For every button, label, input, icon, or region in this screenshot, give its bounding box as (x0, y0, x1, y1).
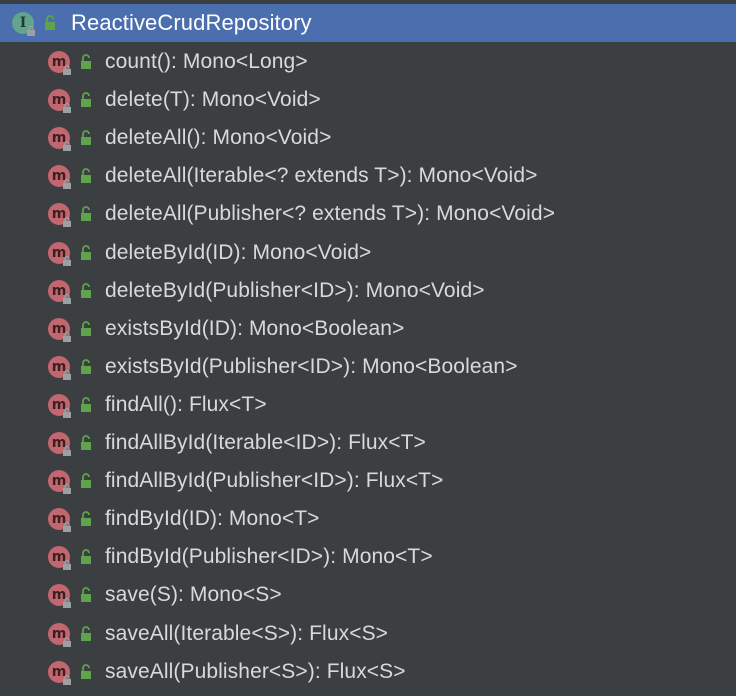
method-signature: delete(T): Mono<Void> (105, 88, 321, 112)
method-icon-wrap: m (48, 203, 71, 228)
method-icon-wrap: m (48, 660, 71, 685)
lock-badge-icon (63, 446, 71, 456)
lock-badge-icon (63, 293, 71, 304)
method-icon-wrap: m (48, 355, 71, 380)
lock-badge-icon (63, 255, 71, 266)
method-icon-wrap: m (48, 393, 71, 418)
method-signature: existsById(ID): Mono<Boolean> (105, 316, 405, 340)
method-signature: deleteAll(Publisher<? extends T>): Mono<… (105, 202, 556, 226)
method-icon-wrap: m (48, 279, 71, 304)
structure-tree: I ReactiveCrudRepository m count(): Mono<… (0, 0, 736, 696)
method-signature: deleteAll(Iterable<? extends T>): Mono<V… (105, 164, 538, 188)
tree-node-method[interactable]: m delete(T): Mono<Void> (0, 81, 736, 119)
lock-badge-icon (63, 636, 71, 647)
lock-badge-icon (63, 484, 71, 495)
method-signature: findById(Publisher<ID>): Mono<T> (105, 545, 433, 569)
tree-node-method[interactable]: m findAllById(Iterable<ID>): Flux<T> (0, 424, 736, 462)
method-signature: deleteById(Publisher<ID>): Mono<Void> (105, 278, 485, 302)
public-unlock-icon (81, 54, 91, 69)
method-signature: saveAll(Publisher<S>): Flux<S> (105, 659, 406, 683)
tree-node-method[interactable]: m deleteAll(): Mono<Void> (0, 119, 736, 157)
public-unlock-icon (81, 587, 91, 603)
method-icon-wrap: m (48, 241, 71, 266)
method-icon-wrap: m (48, 89, 71, 114)
public-unlock-icon (81, 168, 91, 184)
method-signature: count(): Mono<Long> (105, 50, 308, 73)
public-unlock-icon (81, 473, 91, 489)
method-signature: findAllById(Publisher<ID>): Flux<T> (105, 469, 444, 493)
method-icon-wrap: m (48, 127, 71, 152)
method-signature: findAll(): Flux<T> (105, 392, 267, 416)
method-signature: existsById(Publisher<ID>): Mono<Boolean> (105, 354, 518, 378)
lock-badge-icon (63, 179, 71, 190)
lock-badge-icon (63, 331, 71, 342)
public-unlock-icon (81, 625, 91, 641)
lock-badge-icon (63, 522, 71, 533)
interface-icon-wrap: I (12, 12, 35, 36)
method-signature: save(S): Mono<S> (105, 583, 282, 607)
public-unlock-icon (81, 92, 91, 108)
public-unlock-icon (81, 130, 91, 146)
method-icon-wrap: m (48, 432, 71, 456)
public-unlock-icon (81, 511, 91, 527)
public-unlock-icon (81, 320, 91, 336)
tree-node-method[interactable]: m deleteById(Publisher<ID>): Mono<Void> (0, 272, 736, 310)
tree-node-method[interactable]: m saveAll(Publisher<S>): Flux<S> (0, 653, 736, 691)
tree-node-method[interactable]: m count(): Mono<Long> (0, 43, 736, 81)
lock-badge-icon (63, 141, 71, 152)
method-signature: findById(ID): Mono<T> (105, 507, 320, 531)
public-unlock-icon (81, 435, 91, 450)
method-icon-wrap: m (48, 546, 71, 571)
tree-node-method[interactable]: m saveAll(Iterable<S>): Flux<S> (0, 615, 736, 653)
lock-badge-icon (63, 369, 71, 380)
method-icon-wrap: m (48, 508, 71, 533)
lock-badge-icon (63, 598, 71, 609)
public-unlock-icon (81, 244, 91, 260)
interface-name: ReactiveCrudRepository (71, 10, 312, 35)
tree-node-method[interactable]: m findById(ID): Mono<T> (0, 500, 736, 538)
public-unlock-icon (81, 358, 91, 374)
lock-badge-icon (27, 26, 35, 36)
method-icon-wrap: m (48, 317, 71, 342)
public-unlock-icon (45, 15, 55, 30)
tree-node-method[interactable]: m deleteAll(Iterable<? extends T>): Mono<… (0, 157, 736, 195)
public-unlock-icon (81, 206, 91, 222)
method-icon-wrap: m (48, 165, 71, 190)
lock-badge-icon (63, 674, 71, 685)
lock-badge-icon (63, 560, 71, 571)
lock-badge-icon (63, 65, 71, 75)
tree-node-method[interactable]: m findById(Publisher<ID>): Mono<T> (0, 538, 736, 576)
tree-node-method[interactable]: m existsById(ID): Mono<Boolean> (0, 310, 736, 348)
public-unlock-icon (81, 663, 91, 679)
tree-node-method[interactable]: m deleteAll(Publisher<? extends T>): Mono… (0, 195, 736, 233)
public-unlock-icon (81, 282, 91, 298)
tree-node-method[interactable]: m existsById(Publisher<ID>): Mono<Boolean… (0, 348, 736, 386)
method-signature: deleteById(ID): Mono<Void> (105, 240, 372, 264)
tree-node-method[interactable]: m findAllById(Publisher<ID>): Flux<T> (0, 462, 736, 500)
method-signature: saveAll(Iterable<S>): Flux<S> (105, 621, 389, 645)
tree-node-method[interactable]: m deleteById(ID): Mono<Void> (0, 234, 736, 272)
public-unlock-icon (81, 549, 91, 565)
lock-badge-icon (63, 103, 71, 114)
method-icon-wrap: m (48, 51, 71, 75)
method-icon-wrap: m (48, 584, 71, 609)
public-unlock-icon (81, 397, 91, 412)
method-icon-wrap: m (48, 470, 71, 495)
lock-badge-icon (63, 407, 71, 418)
method-icon-wrap: m (48, 622, 71, 647)
tree-node-method[interactable]: m save(S): Mono<S> (0, 576, 736, 614)
method-signature: deleteAll(): Mono<Void> (105, 126, 332, 150)
tree-node-interface[interactable]: I ReactiveCrudRepository (0, 4, 736, 42)
tree-node-method[interactable]: m findAll(): Flux<T> (0, 386, 736, 424)
lock-badge-icon (63, 217, 71, 228)
method-signature: findAllById(Iterable<ID>): Flux<T> (105, 431, 426, 454)
